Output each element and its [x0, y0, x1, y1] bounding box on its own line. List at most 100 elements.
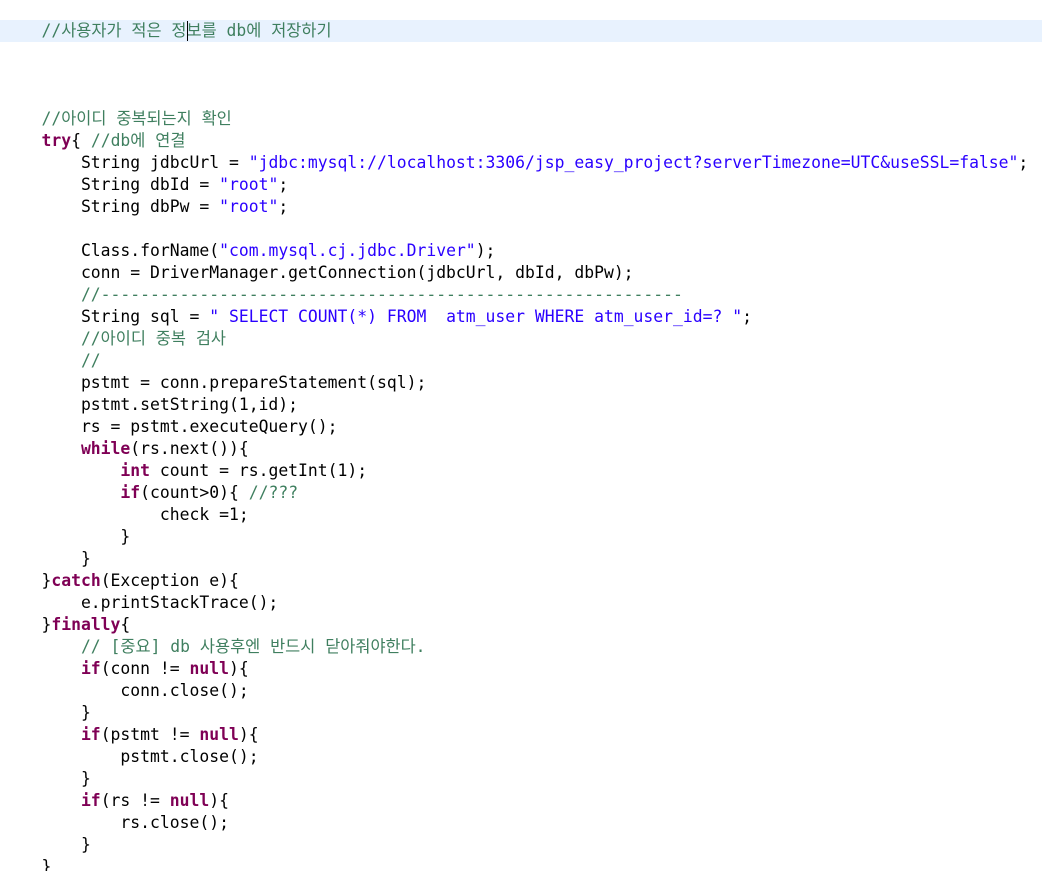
- code-token: null: [189, 659, 229, 678]
- code-line[interactable]: }catch(Exception e){: [2, 570, 239, 592]
- code-token: try: [2, 131, 72, 150]
- code-token: String jdbcUrl =: [2, 153, 249, 172]
- code-line-text: }: [2, 835, 91, 854]
- code-line-text: try{ //db에 연결: [2, 131, 185, 150]
- code-token: ;: [742, 307, 752, 326]
- code-line-text: //아이디 중복되는지 확인: [2, 109, 232, 128]
- code-token: //사용자가 적은 정보를 db에 저장하기: [2, 21, 332, 40]
- code-token: (conn !=: [100, 659, 190, 678]
- code-token: "root": [219, 175, 279, 194]
- code-token: rs = pstmt.executeQuery();: [2, 417, 338, 436]
- code-line[interactable]: rs = pstmt.executeQuery();: [2, 416, 338, 438]
- code-token: conn = DriverManager.getConnection(jdbcU…: [2, 263, 634, 282]
- code-token: }: [2, 769, 91, 788]
- code-line-text: String sql = " SELECT COUNT(*) FROM atm_…: [2, 307, 752, 326]
- text-caret: [187, 21, 188, 41]
- code-line[interactable]: pstmt = conn.prepareStatement(sql);: [2, 372, 426, 394]
- code-line[interactable]: }: [2, 856, 51, 871]
- code-token: ){: [228, 659, 249, 678]
- code-line-text: }: [2, 769, 91, 788]
- code-line[interactable]: //아이디 중복되는지 확인: [2, 108, 232, 130]
- code-token: if: [2, 483, 141, 502]
- code-line[interactable]: String jdbcUrl = "jdbc:mysql://localhost…: [2, 152, 1028, 174]
- code-line-text: Class.forName("com.mysql.cj.jdbc.Driver"…: [2, 241, 496, 260]
- code-token: }: [2, 527, 131, 546]
- code-line-text: }: [2, 527, 130, 546]
- code-line[interactable]: pstmt.close();: [2, 746, 259, 768]
- code-line[interactable]: pstmt.setString(1,id);: [2, 394, 298, 416]
- code-line[interactable]: if(count>0){ //???: [2, 482, 298, 504]
- code-line-text: if(rs != null){: [2, 791, 229, 810]
- code-token: null: [169, 791, 210, 810]
- code-line[interactable]: if(pstmt != null){: [2, 724, 259, 746]
- code-line-text: pstmt = conn.prepareStatement(sql);: [2, 373, 426, 392]
- code-line-text: //--------------------------------------…: [2, 285, 683, 304]
- code-line[interactable]: while(rs.next()){: [2, 438, 249, 460]
- code-line[interactable]: }: [2, 768, 91, 790]
- code-token: check =1;: [2, 505, 249, 524]
- code-line[interactable]: if(conn != null){: [2, 658, 249, 680]
- code-line[interactable]: //: [2, 350, 101, 372]
- code-token: " SELECT COUNT(*) FROM atm_user WHERE at…: [209, 307, 743, 326]
- code-token: rs.close();: [2, 813, 229, 832]
- code-token: String sql =: [2, 307, 210, 326]
- code-token: (Exception e){: [100, 571, 239, 590]
- code-token: pstmt.setString(1,id);: [2, 395, 299, 414]
- code-token: {: [120, 615, 131, 634]
- code-line[interactable]: }finally{: [2, 614, 130, 636]
- code-line[interactable]: }: [2, 548, 91, 570]
- code-token: }: [2, 549, 91, 568]
- code-line[interactable]: Class.forName("com.mysql.cj.jdbc.Driver"…: [2, 240, 496, 262]
- code-token: int: [2, 461, 151, 480]
- code-line-text: e.printStackTrace();: [2, 593, 278, 612]
- code-token: ){: [209, 791, 229, 810]
- code-line[interactable]: conn.close();: [2, 680, 248, 702]
- code-token: String dbPw =: [2, 197, 220, 216]
- code-line[interactable]: }: [2, 526, 130, 548]
- code-token: String dbId =: [2, 175, 220, 194]
- code-token: count = rs.getInt(1);: [150, 461, 368, 480]
- code-token: }: [2, 615, 52, 634]
- code-line-text: String dbPw = "root";: [2, 197, 288, 216]
- code-line[interactable]: String sql = " SELECT COUNT(*) FROM atm_…: [2, 306, 752, 328]
- code-token: //: [2, 351, 101, 370]
- code-line[interactable]: rs.close();: [2, 812, 229, 834]
- code-token: //아이디 중복되는지 확인: [2, 109, 232, 128]
- code-line[interactable]: conn = DriverManager.getConnection(jdbcU…: [2, 262, 634, 284]
- code-token: }: [2, 703, 91, 722]
- code-token: pstmt = conn.prepareStatement(sql);: [2, 373, 427, 392]
- code-line[interactable]: //아이디 중복 검사: [2, 328, 226, 350]
- code-token: if: [2, 659, 101, 678]
- code-line[interactable]: try{ //db에 연결: [2, 130, 185, 152]
- code-line-text: String dbId = "root";: [2, 175, 288, 194]
- code-line[interactable]: e.printStackTrace();: [2, 592, 278, 614]
- code-line-text: }: [2, 549, 91, 568]
- code-line-text: }: [2, 703, 91, 722]
- code-token: }: [2, 571, 52, 590]
- code-line-text: conn.close();: [2, 681, 248, 700]
- code-line[interactable]: }: [2, 834, 91, 856]
- code-token: }: [2, 857, 52, 871]
- code-token: (count>0){: [140, 483, 249, 502]
- code-token: (rs.next()){: [130, 439, 249, 458]
- code-line-current[interactable]: //사용자가 적은 정보를 db에 저장하기: [0, 20, 1042, 42]
- code-token: pstmt.close();: [2, 747, 259, 766]
- code-line-text: if(pstmt != null){: [2, 725, 259, 744]
- code-line-text: pstmt.close();: [2, 747, 259, 766]
- code-line-text: conn = DriverManager.getConnection(jdbcU…: [2, 263, 634, 282]
- code-line[interactable]: }: [2, 702, 91, 724]
- code-editor[interactable]: //사용자가 적은 정보를 db에 저장하기 //아이디 중복되는지 확인 tr…: [0, 0, 1042, 871]
- code-token: ;: [278, 175, 289, 194]
- code-token: //???: [248, 483, 299, 502]
- code-line[interactable]: // [중요] db 사용후엔 반드시 닫아줘야한다.: [2, 636, 426, 658]
- code-line-text: int count = rs.getInt(1);: [2, 461, 367, 480]
- code-line[interactable]: int count = rs.getInt(1);: [2, 460, 367, 482]
- code-line[interactable]: //--------------------------------------…: [2, 284, 683, 306]
- code-line[interactable]: if(rs != null){: [2, 790, 229, 812]
- code-token: "com.mysql.cj.jdbc.Driver": [219, 241, 476, 260]
- code-line[interactable]: String dbPw = "root";: [2, 196, 288, 218]
- code-line[interactable]: String dbId = "root";: [2, 174, 288, 196]
- code-line[interactable]: check =1;: [2, 504, 249, 526]
- code-line-text: //아이디 중복 검사: [2, 329, 226, 348]
- code-line-text: }catch(Exception e){: [2, 571, 239, 590]
